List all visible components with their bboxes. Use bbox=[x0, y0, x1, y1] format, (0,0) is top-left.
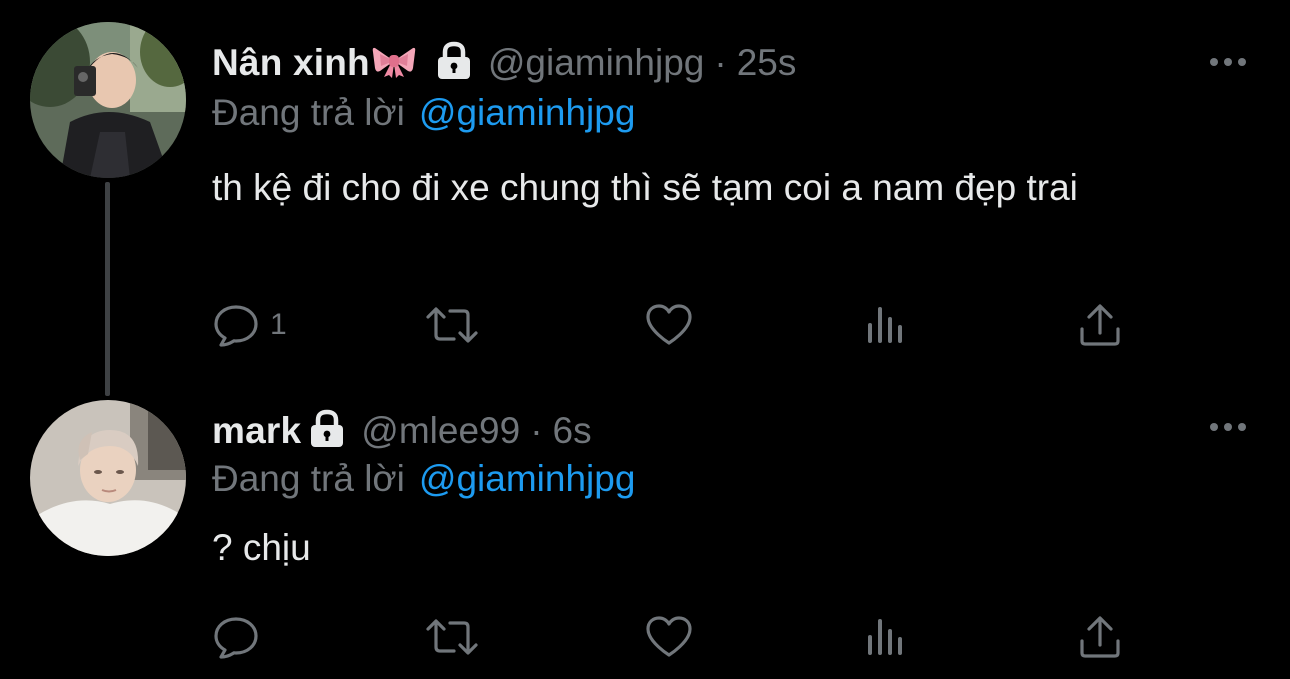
share-button[interactable] bbox=[1076, 300, 1124, 350]
avatar[interactable] bbox=[30, 22, 186, 178]
replying-to-label: Đang trả lời bbox=[212, 92, 405, 133]
share-icon bbox=[1080, 304, 1120, 346]
like-button[interactable] bbox=[644, 612, 704, 662]
replying-to: Đang trả lời @giaminhjpg bbox=[212, 458, 635, 500]
retweet-icon bbox=[426, 307, 478, 343]
timestamp[interactable]: 6s bbox=[553, 410, 592, 452]
tweet-actions: 1 bbox=[212, 300, 1132, 350]
reply-icon bbox=[214, 305, 258, 347]
replying-to-label: Đang trả lời bbox=[212, 458, 405, 499]
more-options-icon[interactable] bbox=[1208, 55, 1248, 69]
replying-to-handle[interactable]: @giaminhjpg bbox=[419, 458, 636, 499]
tweet-text: th kệ đi cho đi xe chung thì sẽ tạm coi … bbox=[212, 167, 1078, 208]
display-name[interactable]: Nân xinh bbox=[212, 42, 370, 84]
separator-dot: · bbox=[714, 42, 727, 83]
share-button[interactable] bbox=[1076, 612, 1124, 662]
tweet-header: mark @mlee99 · 6s bbox=[212, 406, 592, 456]
reply-icon bbox=[214, 617, 258, 659]
heart-icon bbox=[646, 304, 692, 345]
protected-lock-icon bbox=[434, 41, 474, 86]
ribbon-bow-emoji bbox=[372, 44, 416, 83]
replying-to: Đang trả lời @giaminhjpg bbox=[212, 92, 635, 134]
views-button[interactable] bbox=[864, 300, 918, 350]
heart-icon bbox=[646, 616, 692, 657]
user-handle[interactable]: @mlee99 bbox=[361, 410, 520, 452]
tweet-actions bbox=[212, 612, 1132, 662]
views-chart-icon bbox=[868, 619, 902, 655]
display-name[interactable]: mark bbox=[212, 410, 301, 452]
tweet-text: ? chịu bbox=[212, 527, 311, 568]
like-button[interactable] bbox=[644, 300, 704, 350]
user-handle[interactable]: @giaminhjpg bbox=[488, 42, 705, 84]
tweet-header: Nân xinh @giaminhjpg · 25s bbox=[212, 38, 796, 88]
thread-connector-line bbox=[105, 182, 110, 396]
reply-button[interactable]: 1 bbox=[212, 300, 287, 350]
separator-dot: · bbox=[530, 410, 543, 451]
retweet-icon bbox=[426, 619, 478, 655]
replying-to-handle[interactable]: @giaminhjpg bbox=[419, 92, 636, 133]
retweet-button[interactable] bbox=[424, 612, 490, 662]
protected-lock-icon bbox=[307, 409, 347, 454]
avatar[interactable] bbox=[30, 400, 186, 556]
views-button[interactable] bbox=[864, 612, 918, 662]
timestamp[interactable]: 25s bbox=[737, 42, 797, 84]
share-icon bbox=[1080, 616, 1120, 658]
retweet-button[interactable] bbox=[424, 300, 490, 350]
views-chart-icon bbox=[868, 307, 902, 343]
reply-count: 1 bbox=[270, 308, 287, 341]
reply-button[interactable] bbox=[212, 612, 270, 662]
more-options-icon[interactable] bbox=[1208, 420, 1248, 434]
